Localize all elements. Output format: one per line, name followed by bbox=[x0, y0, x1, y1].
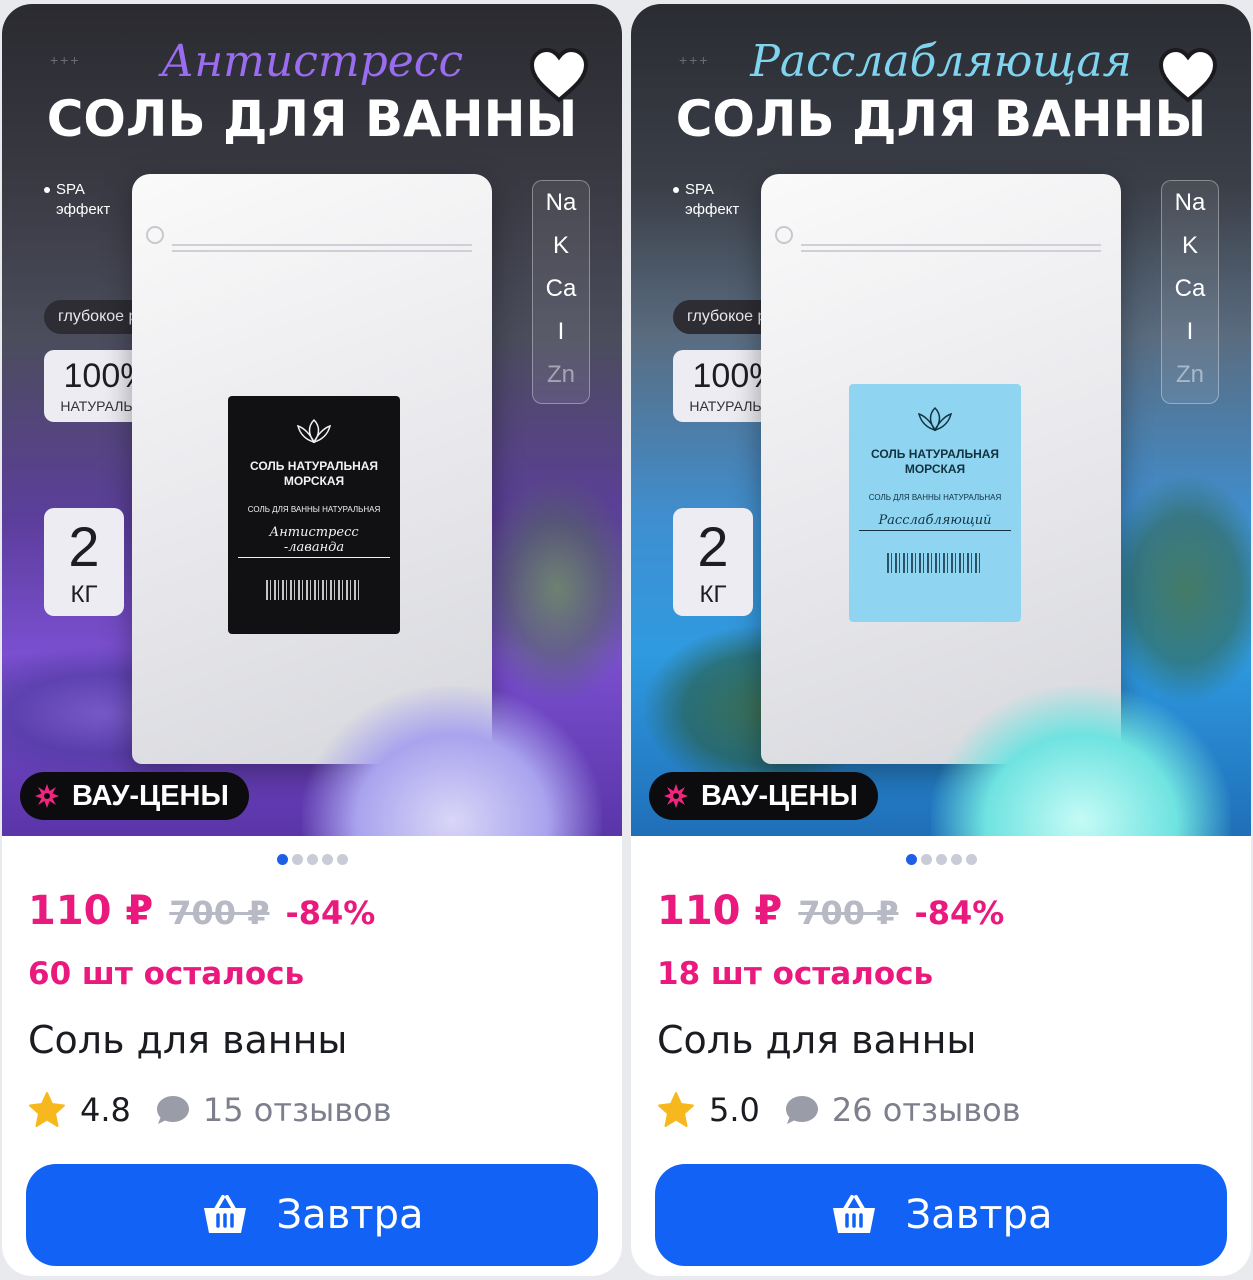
element-ca: Ca bbox=[545, 275, 577, 302]
pager-dot[interactable] bbox=[336, 854, 348, 865]
basket-icon bbox=[832, 1195, 875, 1233]
delivery-button-label: Завтра bbox=[905, 1192, 1053, 1238]
reviews-count: 15 отзывов bbox=[202, 1091, 392, 1129]
label-product-name: СОЛЬ НАТУРАЛЬНАЯ МОРСКАЯ bbox=[249, 459, 379, 488]
price-row: 110 ₽ 700 ₽ -84% bbox=[657, 888, 1004, 940]
current-price: 110 ₽ bbox=[28, 888, 154, 934]
product-title[interactable]: Соль для ванны bbox=[28, 1018, 347, 1062]
product-photo[interactable]: +++ Антистресс СОЛЬ ДЛЯ ВАННЫ SPA эффект… bbox=[2, 4, 622, 836]
zip-lock bbox=[172, 244, 472, 252]
rating-row[interactable]: 5.0 26 отзывов bbox=[657, 1088, 1021, 1132]
pager-dot-active[interactable] bbox=[276, 854, 288, 865]
element-i: I bbox=[557, 318, 565, 345]
product-package: СОЛЬ НАТУРАЛЬНАЯ МОРСКАЯ СОЛЬ ДЛЯ ВАННЫ … bbox=[132, 174, 492, 764]
price-row: 110 ₽ 700 ₽ -84% bbox=[28, 888, 375, 940]
product-title[interactable]: Соль для ванны bbox=[657, 1018, 976, 1062]
pager-dot[interactable] bbox=[935, 854, 947, 865]
product-card[interactable]: +++ Антистресс СОЛЬ ДЛЯ ВАННЫ SPA эффект… bbox=[2, 4, 622, 1276]
herb-decoration bbox=[472, 474, 622, 704]
promo-badge: ВАУ-ЦЕНЫ bbox=[649, 772, 878, 820]
element-k: K bbox=[1181, 232, 1198, 259]
promo-label: ВАУ-ЦЕНЫ bbox=[72, 780, 229, 812]
burst-icon bbox=[664, 784, 688, 808]
spa-line2: эффект bbox=[56, 201, 111, 218]
burst-icon bbox=[35, 784, 59, 808]
eucalyptus-decoration bbox=[1101, 474, 1251, 704]
package-label: СОЛЬ НАТУРАЛЬНАЯ МОРСКАЯ СОЛЬ ДЛЯ ВАННЫ … bbox=[228, 396, 400, 634]
zip-lock bbox=[801, 244, 1101, 252]
label-subtitle: СОЛЬ ДЛЯ ВАННЫ НАТУРАЛЬНАЯ bbox=[868, 493, 1002, 502]
promo-label: ВАУ-ЦЕНЫ bbox=[701, 780, 858, 812]
delivery-button[interactable]: Завтра bbox=[655, 1164, 1227, 1266]
stock-left: 60 шт осталось bbox=[28, 956, 305, 992]
salt-pile bbox=[302, 686, 602, 836]
weight-value: 2 bbox=[697, 515, 729, 578]
label-variant: Антистресс -лаванда bbox=[238, 525, 390, 558]
image-pager[interactable] bbox=[631, 852, 1251, 866]
pager-dot[interactable] bbox=[950, 854, 962, 865]
weight-unit: КГ bbox=[699, 581, 727, 608]
delivery-button[interactable]: Завтра bbox=[26, 1164, 598, 1266]
pager-dot[interactable] bbox=[321, 854, 333, 865]
basket-icon bbox=[203, 1195, 246, 1233]
promo-badge: ВАУ-ЦЕНЫ bbox=[20, 772, 249, 820]
heart-icon[interactable] bbox=[1157, 46, 1219, 104]
image-pager[interactable] bbox=[2, 852, 622, 866]
elements-column: Na K Ca I Zn bbox=[532, 180, 590, 404]
delivery-button-label: Завтра bbox=[276, 1192, 424, 1238]
product-card[interactable]: +++ Расслабляющая СОЛЬ ДЛЯ ВАННЫ SPA эфф… bbox=[631, 4, 1251, 1276]
comment-icon bbox=[156, 1096, 189, 1124]
hang-hole bbox=[146, 226, 164, 244]
rating-value: 4.8 bbox=[80, 1091, 131, 1129]
weight-unit: КГ bbox=[70, 581, 98, 608]
salt-pile bbox=[931, 686, 1231, 836]
old-price: 700 ₽ bbox=[798, 894, 899, 932]
label-product-name: СОЛЬ НАТУРАЛЬНАЯ МОРСКАЯ bbox=[870, 447, 1000, 476]
weight-value: 2 bbox=[68, 515, 100, 578]
element-ca: Ca bbox=[1174, 275, 1206, 302]
reviews-count: 26 отзывов bbox=[831, 1091, 1021, 1129]
spa-line1: SPA bbox=[685, 181, 714, 198]
spa-line2: эффект bbox=[685, 201, 740, 218]
barcode-icon bbox=[266, 580, 362, 600]
product-grid: +++ Антистресс СОЛЬ ДЛЯ ВАННЫ SPA эффект… bbox=[0, 0, 1253, 1280]
star-icon bbox=[658, 1092, 694, 1127]
rating-row[interactable]: 4.8 15 отзывов bbox=[28, 1088, 392, 1132]
element-zn: Zn bbox=[1175, 361, 1204, 388]
comment-icon bbox=[785, 1096, 818, 1124]
spa-badge: SPA эффект bbox=[44, 180, 110, 220]
element-na: Na bbox=[545, 189, 577, 216]
lotus-icon bbox=[917, 406, 953, 432]
discount-badge: -84% bbox=[914, 894, 1005, 932]
hang-hole bbox=[775, 226, 793, 244]
element-i: I bbox=[1186, 318, 1194, 345]
element-na: Na bbox=[1174, 189, 1206, 216]
product-package: СОЛЬ НАТУРАЛЬНАЯ МОРСКАЯ СОЛЬ ДЛЯ ВАННЫ … bbox=[761, 174, 1121, 764]
elements-column: Na K Ca I Zn bbox=[1161, 180, 1219, 404]
label-subtitle: СОЛЬ ДЛЯ ВАННЫ НАТУРАЛЬНАЯ bbox=[247, 505, 381, 514]
old-price: 700 ₽ bbox=[169, 894, 270, 932]
barcode-icon bbox=[887, 553, 983, 573]
rating-value: 5.0 bbox=[709, 1091, 760, 1129]
element-k: K bbox=[552, 232, 569, 259]
star-icon bbox=[29, 1092, 65, 1127]
current-price: 110 ₽ bbox=[657, 888, 783, 934]
pager-dot[interactable] bbox=[291, 854, 303, 865]
pager-dot[interactable] bbox=[965, 854, 977, 865]
product-photo[interactable]: +++ Расслабляющая СОЛЬ ДЛЯ ВАННЫ SPA эфф… bbox=[631, 4, 1251, 836]
element-zn: Zn bbox=[546, 361, 575, 388]
label-variant: Расслабляющий bbox=[859, 513, 1011, 531]
discount-badge: -84% bbox=[285, 894, 376, 932]
pager-dot[interactable] bbox=[306, 854, 318, 865]
weight-badge: 2 КГ bbox=[44, 508, 124, 616]
heart-icon[interactable] bbox=[528, 46, 590, 104]
pager-dot-active[interactable] bbox=[905, 854, 917, 865]
weight-badge: 2 КГ bbox=[673, 508, 753, 616]
pager-dot[interactable] bbox=[920, 854, 932, 865]
spa-line1: SPA bbox=[56, 181, 85, 198]
package-label: СОЛЬ НАТУРАЛЬНАЯ МОРСКАЯ СОЛЬ ДЛЯ ВАННЫ … bbox=[849, 384, 1021, 622]
stock-left: 18 шт осталось bbox=[657, 956, 934, 992]
lotus-icon bbox=[296, 418, 332, 444]
spa-badge: SPA эффект bbox=[673, 180, 739, 220]
